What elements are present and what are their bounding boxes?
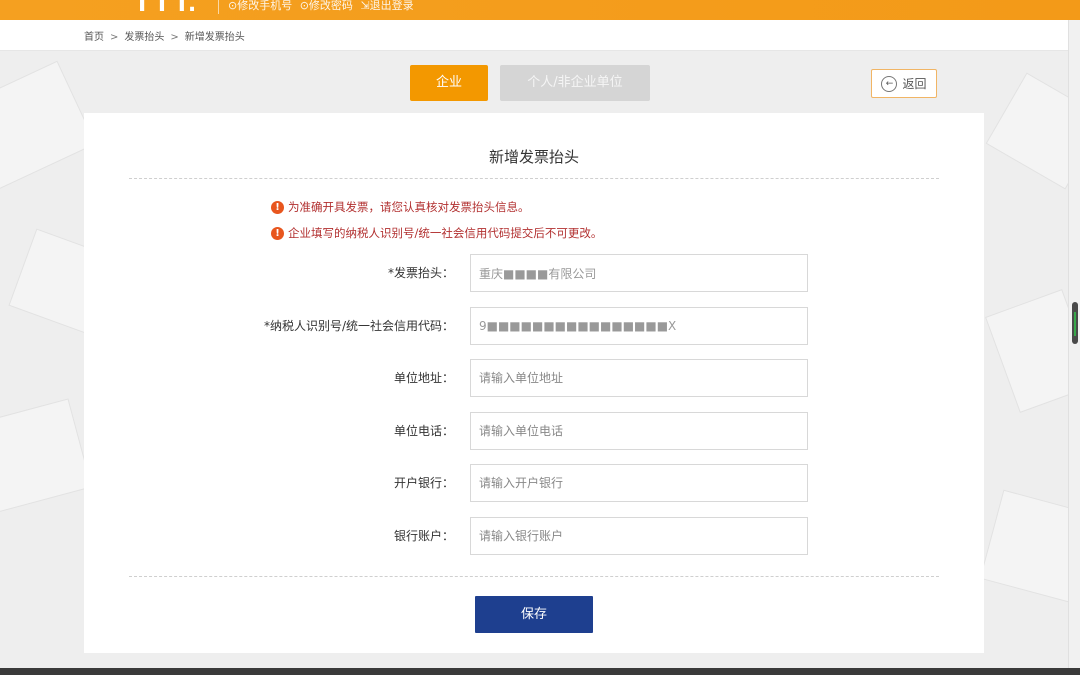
field-row-phone: 单位电话： bbox=[84, 412, 984, 450]
account-links: ⊙修改手机号 ⊙修改密码 ⇲退出登录 bbox=[228, 0, 418, 13]
field-row-invoice-title: *发票抬头： bbox=[84, 254, 984, 292]
save-button[interactable]: 保存 bbox=[475, 596, 593, 633]
scrollbar-accent bbox=[1074, 312, 1076, 336]
page-title: 新增发票抬头 bbox=[488, 148, 579, 166]
back-button[interactable]: ← 返回 bbox=[871, 69, 937, 98]
breadcrumb-separator: > bbox=[110, 32, 119, 43]
back-button-label: 返回 bbox=[902, 77, 927, 91]
notice-immutable: ! 企业填写的纳税人识别号/统一社会信用代码提交后不可更改。 bbox=[271, 225, 602, 241]
invoice-form-panel: 新增发票抬头 ! 为准确开具发票，请您认真核对发票抬头信息。 ! 企业填写的纳税… bbox=[84, 113, 984, 653]
breadcrumb-bar: 首页 > 发票抬头 > 新增发票抬头 bbox=[0, 20, 1068, 51]
logout-link[interactable]: ⇲退出登录 bbox=[360, 0, 413, 12]
address-label: 单位地址： bbox=[393, 371, 454, 385]
notice-text: 企业填写的纳税人识别号/统一社会信用代码提交后不可更改。 bbox=[288, 226, 603, 240]
change-phone-link[interactable]: ⊙修改手机号 bbox=[228, 0, 292, 12]
field-row-bank: 开户银行： bbox=[84, 464, 984, 502]
tab-personal[interactable]: 个人/非企业单位 bbox=[500, 65, 650, 101]
account-input[interactable] bbox=[470, 517, 808, 555]
bank-label: 开户银行： bbox=[393, 476, 454, 490]
top-header: I I I. ⊙修改手机号 ⊙修改密码 ⇲退出登录 bbox=[0, 0, 1080, 20]
bank-input[interactable] bbox=[470, 464, 808, 502]
divider-bottom bbox=[129, 576, 939, 577]
tax-id-label: *纳税人识别号/统一社会信用代码： bbox=[263, 319, 454, 333]
page-scrollbar[interactable] bbox=[1068, 20, 1080, 668]
address-input[interactable] bbox=[470, 359, 808, 397]
field-row-address: 单位地址： bbox=[84, 359, 984, 397]
change-password-link[interactable]: ⊙修改密码 bbox=[300, 0, 353, 12]
footer-strip bbox=[0, 668, 1080, 675]
phone-input[interactable] bbox=[470, 412, 808, 450]
breadcrumb: 首页 > 发票抬头 > 新增发票抬头 bbox=[84, 28, 245, 43]
site-logo: I I I. bbox=[138, 0, 199, 17]
field-row-account: 银行账户： bbox=[84, 517, 984, 555]
field-row-tax-id: *纳税人识别号/统一社会信用代码： bbox=[84, 307, 984, 345]
breadcrumb-home[interactable]: 首页 bbox=[84, 32, 104, 43]
breadcrumb-current: 新增发票抬头 bbox=[184, 32, 245, 43]
account-label: 银行账户： bbox=[393, 529, 454, 543]
tab-company[interactable]: 企业 bbox=[410, 65, 488, 101]
warning-icon: ! bbox=[271, 226, 284, 240]
invoice-title-input[interactable] bbox=[470, 254, 808, 292]
invoice-title-label: *发票抬头： bbox=[387, 266, 454, 280]
divider-top bbox=[129, 178, 939, 179]
warning-icon: ! bbox=[271, 200, 284, 214]
breadcrumb-invoice-title[interactable]: 发票抬头 bbox=[124, 32, 164, 43]
notice-text: 为准确开具发票，请您认真核对发票抬头信息。 bbox=[288, 200, 530, 214]
arrow-left-circle-icon: ← bbox=[881, 75, 898, 92]
tax-id-input[interactable] bbox=[470, 307, 808, 345]
notice-verify: ! 为准确开具发票，请您认真核对发票抬头信息。 bbox=[271, 199, 530, 215]
phone-label: 单位电话： bbox=[393, 424, 454, 438]
header-divider bbox=[218, 0, 219, 14]
breadcrumb-separator: > bbox=[170, 32, 179, 43]
